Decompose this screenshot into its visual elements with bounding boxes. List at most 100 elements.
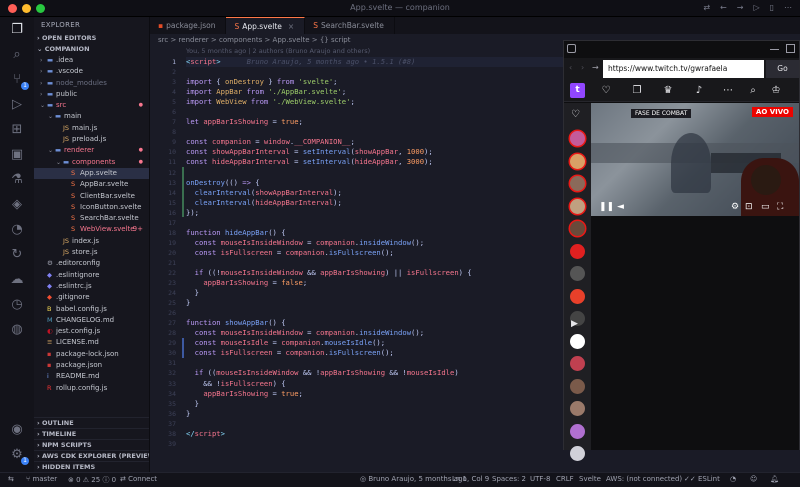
file-item[interactable]: ◐ jest.config.js [34, 326, 149, 337]
testing-icon[interactable]: ⚗ [9, 172, 25, 188]
remote-icon[interactable]: ⇆ [8, 475, 14, 483]
file-item[interactable]: ▪ package-lock.json [34, 349, 149, 360]
followed-heart-icon[interactable]: ♡ [571, 109, 580, 120]
settings-gear-icon[interactable]: ⚙ 1 [9, 447, 29, 465]
feedback-icon[interactable]: ☺ [750, 475, 757, 483]
file-item[interactable]: S AppBar.svelte [34, 179, 149, 190]
run-debug-icon[interactable]: ▷ [9, 97, 25, 113]
followed-channel-avatar[interactable] [570, 131, 585, 146]
file-item[interactable]: Bbabel.config.js [34, 304, 149, 315]
file-item[interactable]: S ClientBar.svelte [34, 191, 149, 202]
folder-item[interactable]: ⌄ ▬ main [34, 111, 149, 122]
file-item[interactable]: JS store.js [34, 247, 149, 258]
file-item[interactable]: S WebView.svelte 9+ [34, 224, 149, 235]
file-item[interactable]: M CHANGELOG.md [34, 315, 149, 326]
git-change-marker[interactable] [182, 338, 184, 358]
window-menu-icon[interactable] [567, 44, 576, 53]
go-button[interactable]: Go [766, 60, 799, 78]
tab-searchbar-svelte[interactable]: S SearchBar.svelte [305, 17, 395, 34]
source-control-icon[interactable]: ⑂ 1 [9, 72, 29, 90]
timeline-icon[interactable]: ◷ [9, 297, 25, 313]
file-item[interactable]: Rrollup.config.js [34, 383, 149, 394]
folder-item[interactable]: › ▬ public [34, 89, 149, 100]
extensions-icon[interactable]: ⊞ [9, 122, 25, 138]
followed-channel-avatar[interactable] [570, 401, 585, 416]
esports-trophy-icon[interactable]: ♛ [661, 84, 675, 98]
go-forward-icon[interactable]: → [737, 3, 744, 12]
followed-channel-avatar[interactable] [570, 266, 585, 281]
file-item[interactable]: JS preload.js [34, 134, 149, 145]
git-change-marker[interactable] [182, 167, 184, 217]
hidden-items-section[interactable]: › HIDDEN ITEMS [34, 461, 149, 472]
go-back-icon[interactable]: ← [720, 3, 727, 12]
folder-item[interactable]: ⌄ ▬ components ● [34, 157, 149, 168]
followed-channel-avatar[interactable] [570, 198, 585, 214]
account-icon[interactable]: ◉ [9, 422, 25, 438]
eslint-status[interactable]: ✓✓ ESLint [684, 475, 720, 483]
folder-item[interactable]: › ▬ .vscode [34, 66, 149, 77]
blame-status[interactable]: ◎ Bruno Araujo, 5 months ago [360, 475, 467, 483]
docker-icon[interactable]: ◈ [9, 197, 25, 213]
file-item[interactable]: ⚙ .editorconfig [34, 258, 149, 269]
followed-channel-avatar[interactable] [570, 356, 585, 371]
tab-package-json[interactable]: ▪ package.json [150, 17, 227, 34]
live-share-icon[interactable]: ↻ [9, 247, 25, 263]
settings-icon[interactable]: ⚙ [731, 202, 739, 212]
folder-item[interactable]: ⌄ ▬ renderer ● [34, 145, 149, 156]
open-editors-section[interactable]: › OPEN EDITORS [34, 33, 149, 44]
explorer-icon[interactable]: ❐ [9, 22, 25, 38]
back-icon[interactable]: ‹ [569, 63, 572, 72]
followed-channel-avatar[interactable] [570, 153, 585, 169]
file-item[interactable]: JS index.js [34, 236, 149, 247]
folder-item[interactable]: ⌄ ▬ src ● [34, 100, 149, 111]
file-item[interactable]: S IconButton.svelte [34, 202, 149, 213]
more-icon[interactable]: ⋯ [721, 84, 735, 98]
file-item[interactable]: S SearchBar.svelte [34, 213, 149, 224]
followed-channel-avatar[interactable] [570, 176, 585, 191]
minimize-icon[interactable] [770, 43, 779, 50]
music-icon[interactable]: ♪ [692, 84, 706, 98]
git-history-icon[interactable]: ◔ [9, 222, 25, 238]
language-status[interactable]: Svelte [579, 475, 601, 483]
aws-status[interactable]: AWS: (not connected) [606, 475, 682, 483]
run-icon[interactable]: ▷ [753, 3, 759, 12]
blame-codelens[interactable]: You, 5 months ago | 2 authors (Bruno Ara… [186, 47, 370, 55]
followed-channel-avatar[interactable] [570, 221, 585, 236]
aws-icon[interactable]: ☁ [9, 272, 25, 288]
file-item[interactable]: S App.svelte [34, 167, 149, 180]
close-tab-icon[interactable]: × [288, 22, 294, 31]
aws-cdk-section[interactable]: › AWS CDK EXPLORER (PREVIEW) [34, 450, 149, 461]
encoding-status[interactable]: UTF-8 [530, 475, 550, 483]
maximize-icon[interactable] [786, 44, 795, 53]
split-editor-icon[interactable]: ▯ [770, 3, 774, 12]
search-icon[interactable]: ⌕ [746, 84, 760, 98]
problems-status[interactable]: ⊗ 0 ⚠ 25 ⓘ 0 [68, 475, 116, 485]
compare-icon[interactable]: ⇄ [703, 3, 710, 12]
clip-icon[interactable]: ⊡ [745, 202, 753, 212]
followed-channel-avatar[interactable] [570, 243, 585, 259]
followed-channel-avatar[interactable] [570, 288, 585, 304]
live-share-status-icon[interactable]: ◔ [730, 475, 736, 483]
eol-status[interactable]: CRLF [556, 475, 574, 483]
arrow-right-icon[interactable]: → [592, 63, 599, 72]
file-item[interactable]: ≡ LICENSE.md [34, 337, 149, 348]
outline-section[interactable]: › OUTLINE [34, 417, 149, 428]
workspace-section[interactable]: ⌄ COMPANION [34, 44, 149, 55]
followed-channel-avatar[interactable] [570, 378, 585, 394]
connect-status[interactable]: ⇄ Connect [120, 475, 157, 483]
notifications-icon[interactable]: 🔔︎ [770, 475, 779, 483]
theatre-mode-icon[interactable]: ▭ [761, 202, 770, 212]
file-item[interactable]: ◆ .eslintignore [34, 270, 149, 281]
file-item[interactable]: i README.md [34, 371, 149, 382]
more-actions-icon[interactable]: ⋯ [784, 3, 792, 12]
video-camera-icon[interactable]: ▶ [571, 319, 578, 329]
followed-channel-avatar[interactable] [570, 423, 585, 439]
file-item[interactable]: ◆ .gitignore [34, 292, 149, 303]
gitlens-icon[interactable]: ◍ [9, 322, 25, 338]
file-item[interactable]: ◆ .eslintrc.js [34, 281, 149, 292]
fullscreen-icon[interactable]: ⛶ [777, 202, 783, 212]
forward-icon[interactable]: › [581, 63, 584, 72]
branch-status[interactable]: ⑂ master [26, 475, 57, 483]
npm-scripts-section[interactable]: › NPM SCRIPTS [34, 439, 149, 450]
twitch-logo-icon[interactable]: t [570, 83, 585, 98]
